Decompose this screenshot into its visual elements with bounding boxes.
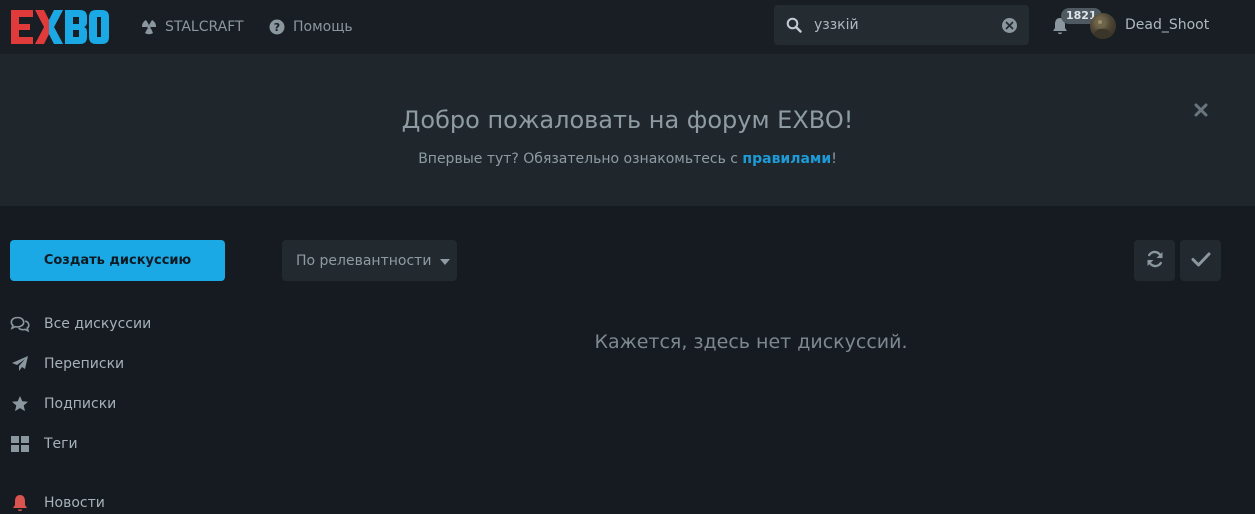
welcome-hero: Добро пожаловать на форум EXBO! Впервые …: [0, 54, 1255, 206]
user-avatar[interactable]: [1090, 13, 1116, 39]
hero-title: Добро пожаловать на форум EXBO!: [401, 106, 854, 134]
paper-plane-icon: [10, 354, 30, 374]
sidebar-item-label: Все дискуссии: [44, 316, 152, 332]
sidebar-item-all-discussions[interactable]: Все дискуссии: [10, 313, 151, 335]
grid-icon: [10, 434, 30, 454]
refresh-icon: [1145, 249, 1165, 273]
sidebar-item-subscriptions[interactable]: Подписки: [10, 393, 116, 415]
svg-text:?: ?: [274, 21, 280, 34]
question-circle-icon: ?: [269, 19, 285, 35]
hero-text: Впервые тут? Обязательно ознакомьтесь с …: [0, 151, 1255, 167]
sidebar-item-news[interactable]: Новости: [10, 492, 105, 514]
caret-down-icon: [440, 253, 451, 269]
check-icon: [1191, 251, 1211, 271]
sidebar-item-label: Теги: [44, 436, 78, 452]
refresh-button[interactable]: [1134, 240, 1175, 281]
hero-text-before: Впервые тут? Обязательно ознакомьтесь с: [418, 151, 743, 167]
search-icon: [786, 17, 802, 37]
search-box: [774, 5, 1029, 45]
clear-search-icon[interactable]: [1002, 18, 1017, 33]
close-icon[interactable]: [1193, 102, 1209, 118]
search-input[interactable]: [812, 5, 992, 45]
nav-stalcraft-label: STALCRAFT: [165, 19, 244, 35]
exbo-logo[interactable]: [9, 8, 111, 46]
star-icon: [10, 394, 30, 414]
mark-all-read-button[interactable]: [1180, 240, 1221, 281]
top-header: STALCRAFT ? Помощь 1821: [0, 0, 1255, 54]
sidebar-item-label: Переписки: [44, 356, 125, 372]
radiation-icon: [141, 19, 157, 35]
bell-icon: [10, 493, 30, 513]
nav-help-link[interactable]: ? Помощь: [269, 17, 353, 37]
hero-text-after: !: [831, 151, 837, 167]
rules-link[interactable]: правилами: [742, 151, 831, 167]
nav-stalcraft-link[interactable]: STALCRAFT: [141, 17, 244, 37]
nav-help-label: Помощь: [293, 19, 353, 35]
sidebar-item-label: Подписки: [44, 396, 117, 412]
sidebar-item-tags[interactable]: Теги: [10, 433, 78, 455]
sidebar-item-label: Новости: [44, 495, 105, 511]
comments-icon: [10, 314, 30, 334]
sidebar-item-conversations[interactable]: Переписки: [10, 353, 124, 375]
sort-label: По релевантности: [296, 252, 432, 269]
username-label[interactable]: Dead_Shoot: [1125, 17, 1209, 33]
empty-discussions-message: Кажется, здесь нет дискуссий.: [594, 331, 908, 353]
sort-dropdown[interactable]: По релевантности: [282, 240, 457, 281]
create-discussion-button[interactable]: Создать дискуссию: [10, 240, 225, 281]
